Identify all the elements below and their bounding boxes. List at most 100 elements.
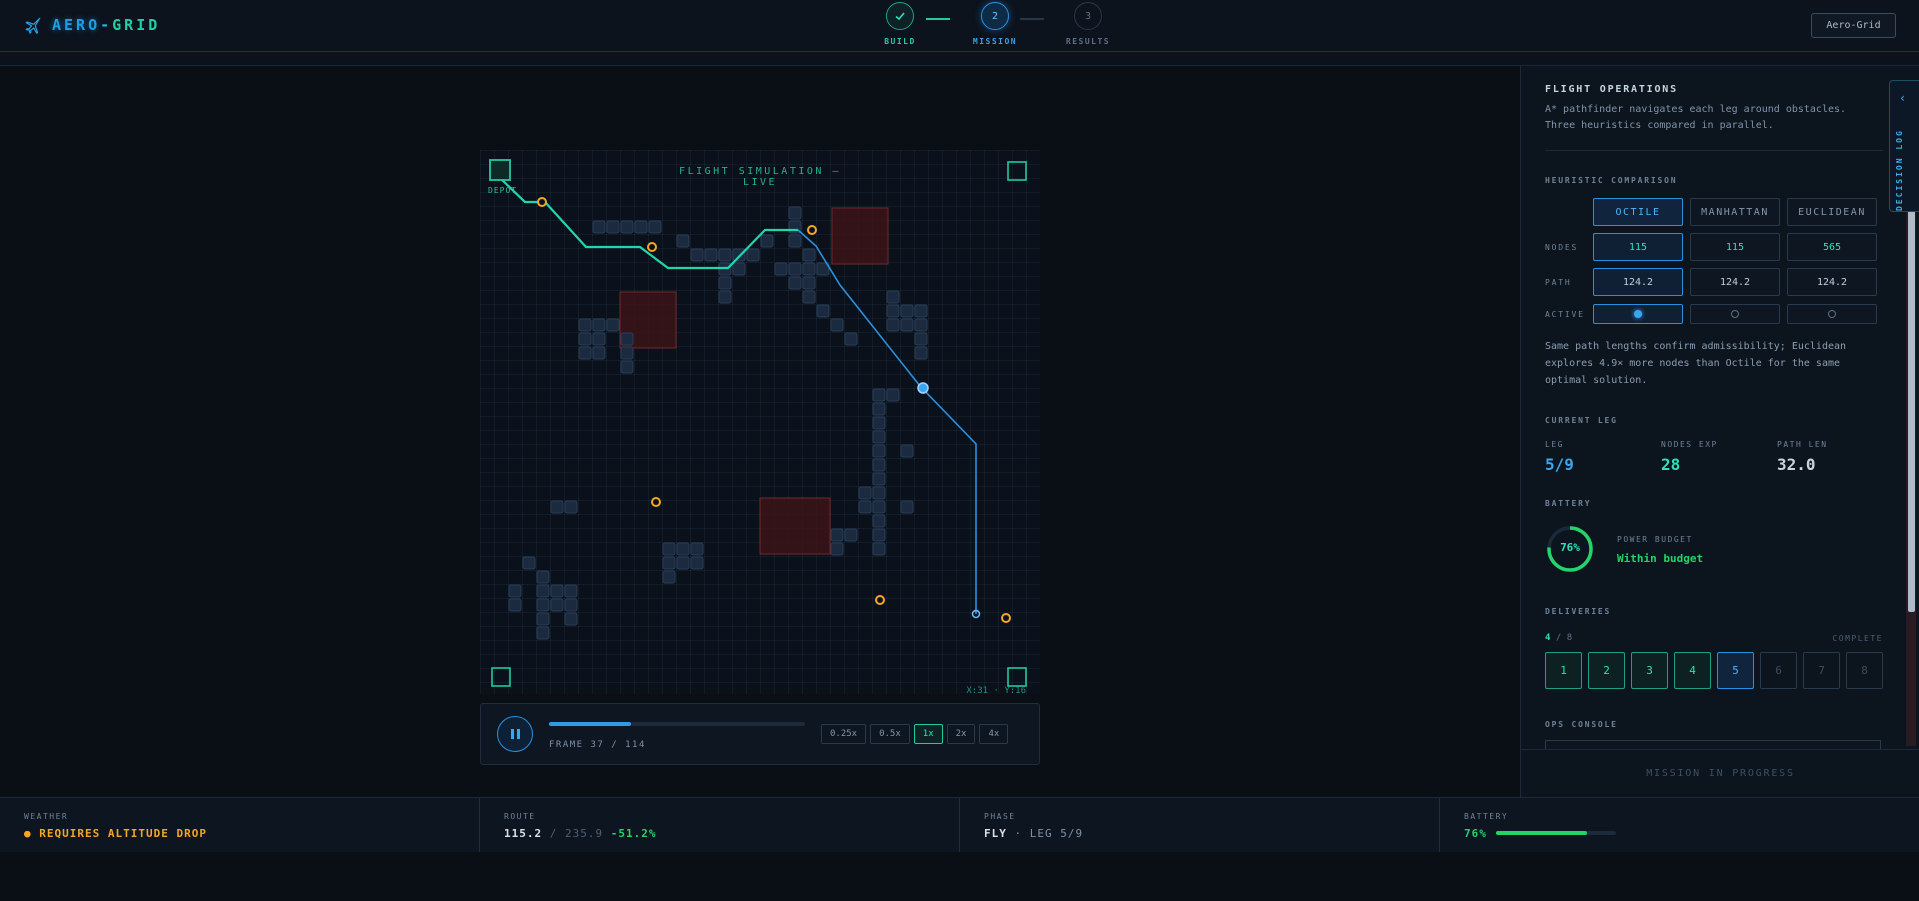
obstacle-cell bbox=[634, 220, 648, 234]
panel-title: FLIGHT OPERATIONS bbox=[1545, 84, 1678, 95]
obstacle-cell bbox=[746, 248, 760, 262]
step-build[interactable]: BUILD bbox=[870, 2, 930, 46]
app-header: AERO-GRID BUILD 2 MISSION 3 RESULTS Aero… bbox=[0, 0, 1919, 52]
obstacle-cell bbox=[844, 332, 858, 346]
obstacle-cell bbox=[676, 542, 690, 556]
obstacle-cell bbox=[620, 360, 634, 374]
ops-console[interactable] bbox=[1545, 740, 1881, 749]
tab-euclidean[interactable]: EUCLIDEAN bbox=[1787, 198, 1877, 226]
obstacle-cell bbox=[620, 220, 634, 234]
delivery-box[interactable]: 2 bbox=[1588, 652, 1625, 689]
corner-marker bbox=[1007, 161, 1027, 181]
heuristic-tabs: OCTILE MANHATTAN EUCLIDEAN bbox=[1545, 198, 1883, 226]
obstacle-cell bbox=[886, 290, 900, 304]
speed-button[interactable]: 2x bbox=[946, 724, 976, 744]
corner-marker bbox=[491, 667, 511, 687]
step-mission[interactable]: 2 MISSION bbox=[965, 2, 1025, 46]
sub-toolbar bbox=[0, 52, 1919, 66]
aero-grid-button[interactable]: Aero-Grid bbox=[1811, 13, 1896, 38]
no-fly-zone bbox=[759, 497, 831, 555]
battery-percent: 76% bbox=[1560, 541, 1580, 554]
obstacle-cell bbox=[802, 248, 816, 262]
obstacle-cell bbox=[536, 570, 550, 584]
scrollbar-thumb[interactable] bbox=[1908, 176, 1915, 612]
obstacle-cell bbox=[662, 570, 676, 584]
stat-leg: LEG 5/9 bbox=[1545, 440, 1574, 474]
obstacle-cell bbox=[872, 388, 886, 402]
main-viewport: FLIGHT SIMULATION — LIVE DEPOT X:31 · Y:… bbox=[0, 66, 1520, 797]
waypoint-marker bbox=[807, 225, 817, 235]
obstacle-cell bbox=[914, 346, 928, 360]
obstacle-cell bbox=[550, 500, 564, 514]
current-path bbox=[797, 229, 977, 614]
obstacle-cell bbox=[802, 262, 816, 276]
obstacle-cell bbox=[606, 318, 620, 332]
flight-ops-panel: FLIGHT OPERATIONS A* pathfinder navigate… bbox=[1520, 66, 1919, 797]
flight-grid-map[interactable]: FLIGHT SIMULATION — LIVE DEPOT bbox=[480, 150, 1040, 694]
active-row: ACTIVE bbox=[1545, 304, 1883, 324]
nodes-manhattan: 115 bbox=[1690, 233, 1780, 261]
obstacle-cell bbox=[676, 556, 690, 570]
step-results[interactable]: 3 RESULTS bbox=[1058, 2, 1118, 46]
obstacle-cell bbox=[564, 584, 578, 598]
delivery-box[interactable]: 5 bbox=[1717, 652, 1754, 689]
obstacle-cell bbox=[858, 500, 872, 514]
delivery-box[interactable]: 1 bbox=[1545, 652, 1582, 689]
obstacle-cell bbox=[550, 584, 564, 598]
obstacle-cell bbox=[648, 220, 662, 234]
tab-manhattan[interactable]: MANHATTAN bbox=[1690, 198, 1780, 226]
obstacle-cell bbox=[872, 472, 886, 486]
obstacle-cell bbox=[550, 598, 564, 612]
obstacle-cell bbox=[592, 346, 606, 360]
no-fly-zone bbox=[831, 207, 889, 265]
path-manhattan: 124.2 bbox=[1690, 268, 1780, 296]
obstacle-cell bbox=[830, 318, 844, 332]
obstacle-cell bbox=[662, 556, 676, 570]
obstacle-cell bbox=[872, 402, 886, 416]
playback-progress[interactable] bbox=[549, 722, 805, 726]
radio-selected-icon bbox=[1634, 310, 1642, 318]
drone-icon bbox=[917, 382, 929, 394]
obstacle-cell bbox=[592, 220, 606, 234]
speed-button[interactable]: 0.25x bbox=[821, 724, 867, 744]
obstacle-cell bbox=[830, 528, 844, 542]
map-title: FLIGHT SIMULATION — LIVE bbox=[679, 166, 841, 188]
tab-octile[interactable]: OCTILE bbox=[1593, 198, 1683, 226]
power-budget-label: POWER BUDGET bbox=[1617, 535, 1693, 544]
active-euclidean[interactable] bbox=[1787, 304, 1877, 324]
delivery-box[interactable]: 8 bbox=[1846, 652, 1883, 689]
delivery-box[interactable]: 6 bbox=[1760, 652, 1797, 689]
obstacle-cell bbox=[872, 444, 886, 458]
delivery-box[interactable]: 3 bbox=[1631, 652, 1668, 689]
obstacle-cell bbox=[536, 612, 550, 626]
obstacle-cell bbox=[536, 626, 550, 640]
speed-button[interactable]: 1x bbox=[913, 724, 943, 744]
obstacle-cell bbox=[732, 248, 746, 262]
obstacle-cell bbox=[592, 318, 606, 332]
decision-log-tab[interactable]: ‹ DECISION LOG bbox=[1889, 80, 1919, 212]
delivery-box[interactable]: 7 bbox=[1803, 652, 1840, 689]
deliveries-label: DELIVERIES bbox=[1545, 607, 1612, 616]
nodes-row: NODES 115 115 565 bbox=[1545, 233, 1883, 261]
pause-button[interactable] bbox=[497, 716, 533, 752]
heuristic-label: HEURISTIC COMPARISON bbox=[1545, 176, 1678, 185]
mission-stepper: BUILD 2 MISSION 3 RESULTS bbox=[870, 2, 1110, 50]
waypoint-marker bbox=[1001, 613, 1011, 623]
current-leg-label: CURRENT LEG bbox=[1545, 416, 1618, 425]
deliveries-complete-label: COMPLETE bbox=[1832, 634, 1883, 643]
delivery-box[interactable]: 4 bbox=[1674, 652, 1711, 689]
obstacle-cell bbox=[914, 304, 928, 318]
nodes-euclidean: 565 bbox=[1787, 233, 1877, 261]
speed-button[interactable]: 4x bbox=[979, 724, 1009, 744]
app-logo[interactable]: AERO-GRID bbox=[24, 16, 160, 34]
active-manhattan[interactable] bbox=[1690, 304, 1780, 324]
pause-icon bbox=[510, 729, 520, 739]
warning-dot-icon: ● bbox=[24, 827, 40, 840]
chevron-left-icon: ‹ bbox=[1899, 91, 1907, 105]
obstacle-cell bbox=[788, 262, 802, 276]
speed-button[interactable]: 0.5x bbox=[870, 724, 910, 744]
corner-marker bbox=[1007, 667, 1027, 687]
progress-fill bbox=[549, 722, 631, 726]
active-octile[interactable] bbox=[1593, 304, 1683, 324]
stat-nodes-exp: NODES EXP 28 bbox=[1661, 440, 1718, 474]
